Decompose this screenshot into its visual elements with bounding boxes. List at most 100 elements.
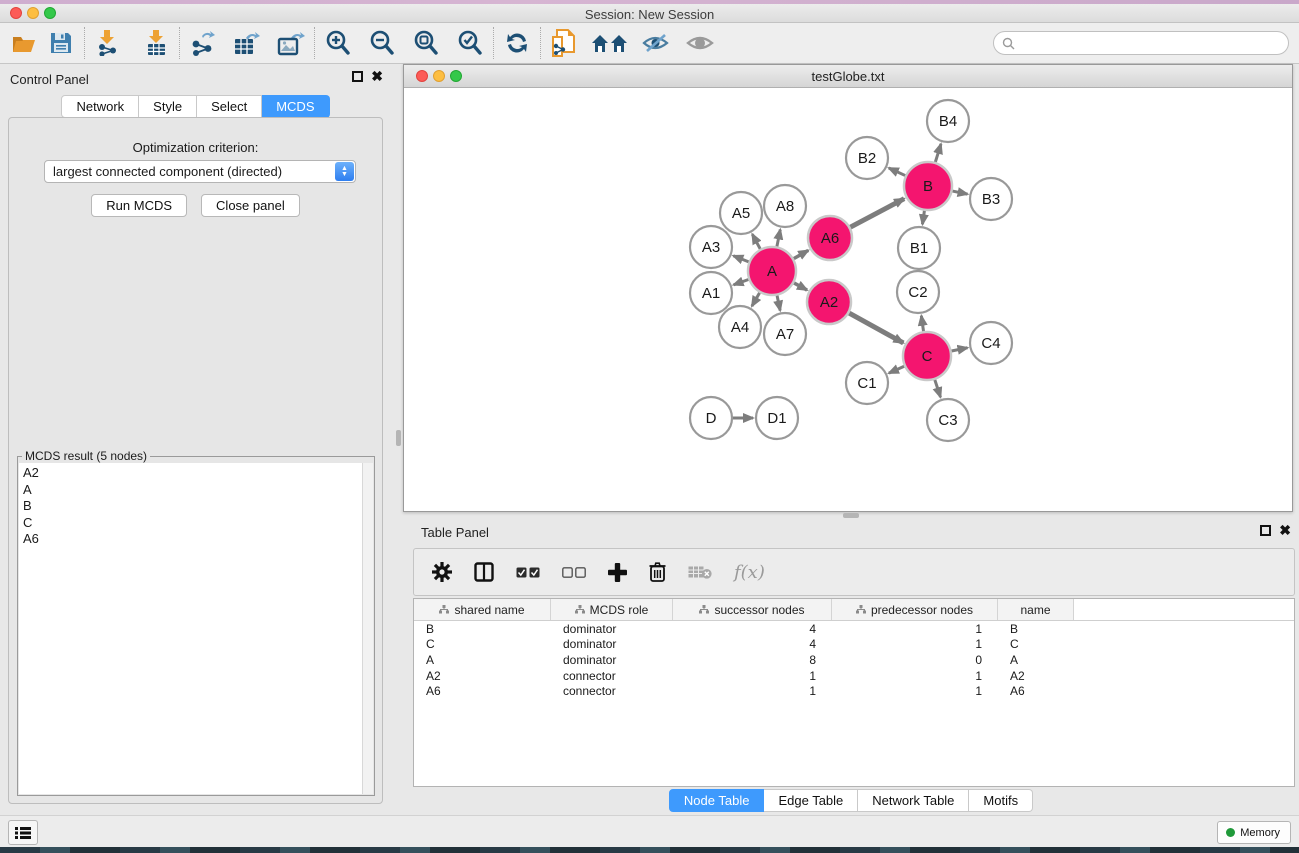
cell-predecessor-nodes[interactable]: 1 [832, 684, 998, 698]
table-tab-edge-table[interactable]: Edge Table [764, 789, 858, 812]
tab-mcds[interactable]: MCDS [262, 95, 329, 118]
graph-edge-C-C1[interactable] [889, 366, 904, 373]
cell-MCDS-role[interactable]: connector [551, 669, 673, 683]
table-tab-motifs[interactable]: Motifs [969, 789, 1033, 812]
search-input[interactable] [1015, 33, 1288, 53]
graph-node-C2[interactable]: C2 [897, 271, 939, 313]
graph-edge-C-C3[interactable] [935, 380, 941, 397]
table-row[interactable]: Cdominator41C [414, 637, 1294, 653]
graph-edge-A-A4[interactable] [752, 293, 760, 306]
mcds-result-list[interactable]: A2ABCA6 [19, 463, 363, 794]
apply-function-button[interactable]: f(x) [734, 562, 765, 583]
save-session-button[interactable] [46, 28, 76, 58]
graph-edge-A-A1[interactable] [734, 279, 749, 284]
graph-edge-A-A3[interactable] [733, 256, 748, 262]
network-graph-canvas[interactable]: AA1A2A3A4A5A6A7A8BB1B2B3B4CC1C2C3C4DD1 [404, 89, 1292, 511]
table-row[interactable]: Adominator80A [414, 652, 1294, 668]
add-row-button[interactable] [608, 563, 627, 582]
hide-selected-button[interactable] [641, 28, 671, 58]
cell-successor-nodes[interactable]: 1 [673, 684, 832, 698]
result-list-item[interactable]: A2 [23, 465, 363, 482]
column-header-predecessor-nodes[interactable]: predecessor nodes [832, 599, 998, 620]
graph-edge-A6-B[interactable] [850, 199, 904, 228]
graph-node-B4[interactable]: B4 [927, 100, 969, 142]
graph-node-B3[interactable]: B3 [970, 178, 1012, 220]
table-tab-network-table[interactable]: Network Table [858, 789, 969, 812]
result-list-item[interactable]: A [23, 482, 363, 499]
network-window-titlebar[interactable]: testGlobe.txt [404, 65, 1292, 88]
result-list-scrollbar[interactable] [362, 463, 373, 794]
import-table-button[interactable] [141, 28, 171, 58]
cell-shared-name[interactable]: C [414, 637, 551, 651]
table-row[interactable]: Bdominator41B [414, 621, 1294, 637]
export-network-button[interactable] [188, 28, 218, 58]
graph-node-C1[interactable]: C1 [846, 362, 888, 404]
graph-node-A4[interactable]: A4 [719, 306, 761, 348]
result-list-item[interactable]: B [23, 498, 363, 515]
cell-predecessor-nodes[interactable]: 0 [832, 653, 998, 667]
cell-name[interactable]: A2 [998, 669, 1074, 683]
graph-node-A2[interactable]: A2 [807, 280, 851, 324]
tab-network[interactable]: Network [61, 95, 139, 118]
graph-edge-B-B2[interactable] [889, 168, 905, 176]
zoom-out-button[interactable] [367, 28, 397, 58]
column-header-name[interactable]: name [998, 599, 1074, 620]
memory-button[interactable]: Memory [1217, 821, 1291, 844]
tab-style[interactable]: Style [139, 95, 197, 118]
cell-shared-name[interactable]: A [414, 653, 551, 667]
graph-node-B1[interactable]: B1 [898, 227, 940, 269]
cell-shared-name[interactable]: B [414, 622, 551, 636]
graph-edge-A2-C[interactable] [849, 313, 903, 343]
criterion-select[interactable]: largest connected component (directed) ▲… [44, 160, 356, 183]
graph-node-A8[interactable]: A8 [764, 185, 806, 227]
table-row[interactable]: A6connector11A6 [414, 683, 1294, 699]
graph-edge-A-A7[interactable] [777, 295, 780, 310]
graph-edge-C-C4[interactable] [951, 348, 967, 351]
cell-successor-nodes[interactable]: 8 [673, 653, 832, 667]
vertical-splitter-handle[interactable] [396, 430, 401, 446]
table-row[interactable]: A2connector11A2 [414, 668, 1294, 684]
refresh-button[interactable] [502, 28, 532, 58]
tab-select[interactable]: Select [197, 95, 262, 118]
graph-edge-B-B3[interactable] [952, 191, 967, 194]
select-all-button[interactable] [516, 567, 540, 578]
home-pages-button[interactable] [591, 28, 629, 58]
new-network-from-selection-button[interactable] [549, 28, 579, 58]
cell-shared-name[interactable]: A6 [414, 684, 551, 698]
cell-name[interactable]: A [998, 653, 1074, 667]
delete-row-button[interactable] [649, 562, 666, 582]
cell-shared-name[interactable]: A2 [414, 669, 551, 683]
graph-node-A3[interactable]: A3 [690, 226, 732, 268]
table-settings-button[interactable] [432, 562, 452, 582]
cell-successor-nodes[interactable]: 4 [673, 637, 832, 651]
graph-edge-A-A6[interactable] [794, 250, 809, 258]
column-header-shared-name[interactable]: shared name [414, 599, 551, 620]
cell-MCDS-role[interactable]: connector [551, 684, 673, 698]
graph-node-A7[interactable]: A7 [764, 313, 806, 355]
graph-edge-C-C2[interactable] [921, 316, 923, 331]
export-table-button[interactable] [232, 28, 262, 58]
cell-MCDS-role[interactable]: dominator [551, 622, 673, 636]
graph-node-D1[interactable]: D1 [756, 397, 798, 439]
float-table-panel-icon[interactable] [1260, 525, 1271, 536]
open-file-button[interactable] [10, 28, 40, 58]
import-network-button[interactable] [93, 28, 123, 58]
run-mcds-button[interactable]: Run MCDS [91, 194, 187, 217]
show-selected-button[interactable] [685, 28, 715, 58]
graph-node-A[interactable]: A [748, 247, 796, 295]
export-image-button[interactable] [276, 28, 306, 58]
cell-successor-nodes[interactable]: 1 [673, 669, 832, 683]
delete-table-button[interactable] [688, 565, 712, 579]
graph-node-C3[interactable]: C3 [927, 399, 969, 441]
result-list-item[interactable]: A6 [23, 531, 363, 548]
cell-predecessor-nodes[interactable]: 1 [832, 637, 998, 651]
cell-name[interactable]: C [998, 637, 1074, 651]
float-panel-icon[interactable] [352, 71, 363, 82]
graph-edge-A-A5[interactable] [752, 234, 760, 249]
graph-node-B2[interactable]: B2 [846, 137, 888, 179]
deselect-all-button[interactable] [562, 567, 586, 578]
zoom-fit-button[interactable] [411, 28, 441, 58]
show-panels-button[interactable] [8, 820, 38, 845]
graph-node-C4[interactable]: C4 [970, 322, 1012, 364]
cell-name[interactable]: B [998, 622, 1074, 636]
